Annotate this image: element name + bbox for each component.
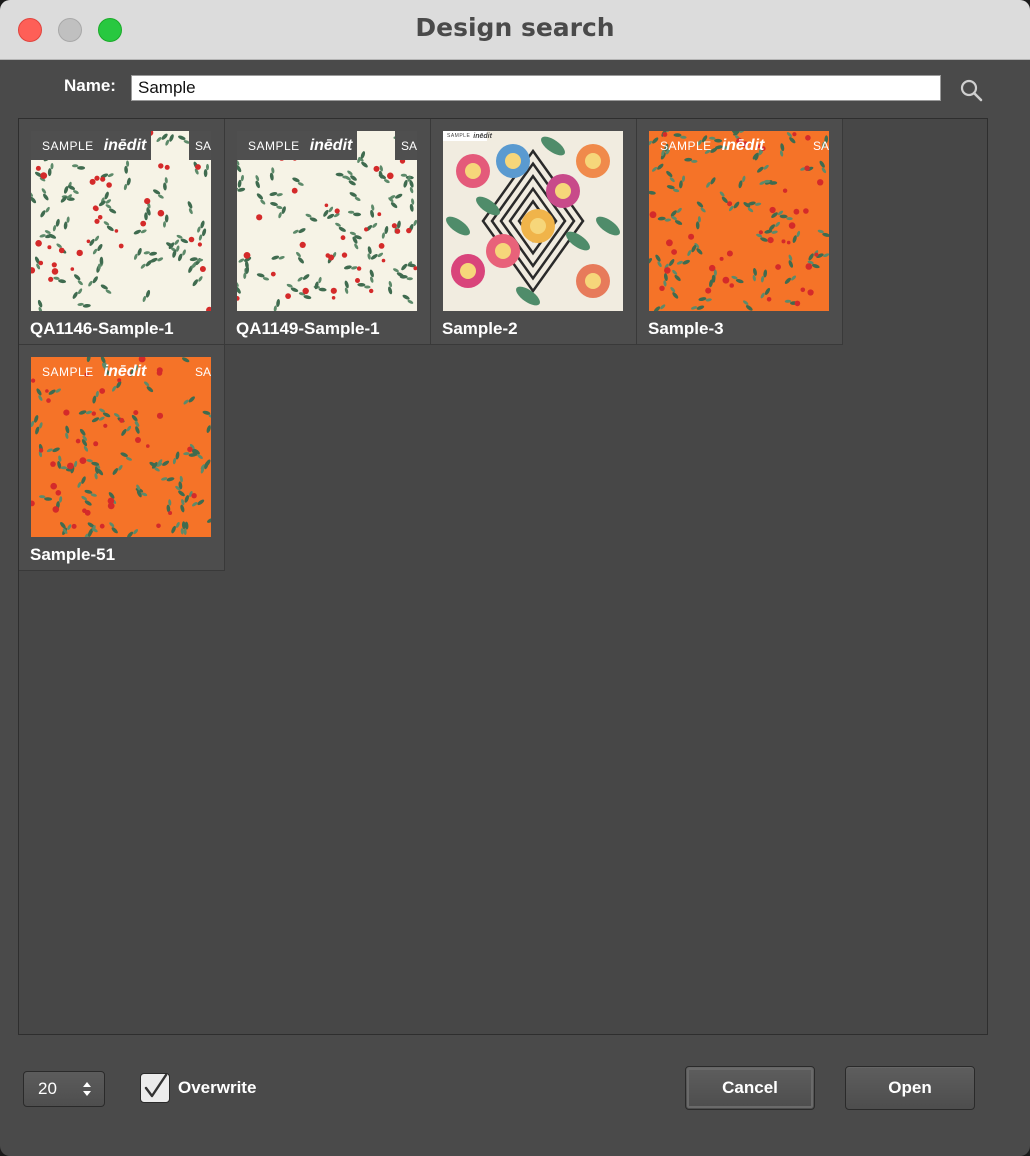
design-name-label: Sample-3 [648, 319, 724, 338]
watermark-sample-text: SAMPLE [42, 364, 94, 379]
watermark-sample-text: SAMPLE [660, 138, 712, 153]
design-thumbnail: SAMPLE inēdit SA [649, 131, 829, 311]
title-bar: Design search [0, 0, 1030, 60]
watermark: SAMPLE inēdit [649, 131, 769, 160]
design-name-label: Sample-51 [30, 545, 116, 564]
watermark-brand-text: inēdit [103, 136, 147, 154]
overwrite-checkbox[interactable] [140, 1073, 170, 1103]
design-thumbnail: SAMPLE inēdit [443, 131, 623, 311]
pattern-image [443, 131, 623, 311]
checkmark-icon [144, 1073, 168, 1098]
watermark-brand-text: inēdit [473, 132, 492, 140]
design-thumbnail: SAMPLE inēdit SA [31, 131, 211, 311]
magnifier-icon [960, 79, 983, 102]
window-title: Design search [415, 13, 615, 42]
watermark-edge-text: SA [195, 364, 211, 379]
design-tile[interactable]: SAMPLE inēdit SA Sample-3 [637, 119, 843, 345]
design-search-window: Design search Name: SAMPLEinēditSAQA1146… [0, 0, 1030, 1156]
watermark-brand-text: inēdit [721, 136, 765, 154]
page-size-stepper[interactable]: 20 [23, 1071, 105, 1107]
design-thumbnail: SAMPLE inēdit SA [237, 131, 417, 311]
watermark-sample-text: SAMPLE [447, 133, 471, 139]
watermark: SAMPLE inēdit [31, 357, 151, 386]
design-name-label: QA1146-Sample-1 [30, 319, 174, 338]
watermark-edge-text: SA [813, 138, 829, 153]
design-thumbnail: SAMPLE inēdit SA [31, 357, 211, 537]
watermark: SAMPLE inēdit [31, 131, 151, 160]
watermark-sample-text: SAMPLE [248, 138, 300, 153]
watermark-edge-text: SA [395, 131, 417, 160]
page-size-value: 20 [38, 1079, 57, 1098]
design-tile[interactable]: SAMPLE inēdit Sample-2 [431, 119, 637, 345]
stepper-arrows-icon [83, 1082, 91, 1096]
watermark-sample-text: SAMPLE [42, 138, 94, 153]
overwrite-label: Overwrite [178, 1078, 257, 1097]
name-label: Name: [64, 76, 116, 95]
results-grid: SAMPLE inēdit SA QA1146-Sample-1 SAMPLE inēdi… [18, 118, 988, 1035]
watermark-edge-text: SA [189, 131, 211, 160]
watermark: SAMPLE inēdit [443, 131, 492, 141]
design-name-label: Sample-2 [442, 319, 518, 338]
open-button[interactable]: Open [845, 1066, 975, 1110]
watermark: SAMPLE inēdit [237, 131, 357, 160]
design-tile[interactable]: SAMPLE inēdit SA Sample-51 [19, 345, 225, 571]
search-button[interactable] [955, 76, 987, 106]
watermark-brand-text: inēdit [103, 362, 147, 380]
watermark-brand-text: inēdit [309, 136, 353, 154]
design-tile[interactable]: SAMPLE inēdit SA QA1146-Sample-1 [19, 119, 225, 345]
design-tile[interactable]: SAMPLE inēdit SA QA1149-Sample-1 [225, 119, 431, 345]
name-search-input[interactable] [131, 75, 941, 101]
cancel-button[interactable]: Cancel [685, 1066, 815, 1110]
design-name-label: QA1149-Sample-1 [236, 319, 380, 338]
